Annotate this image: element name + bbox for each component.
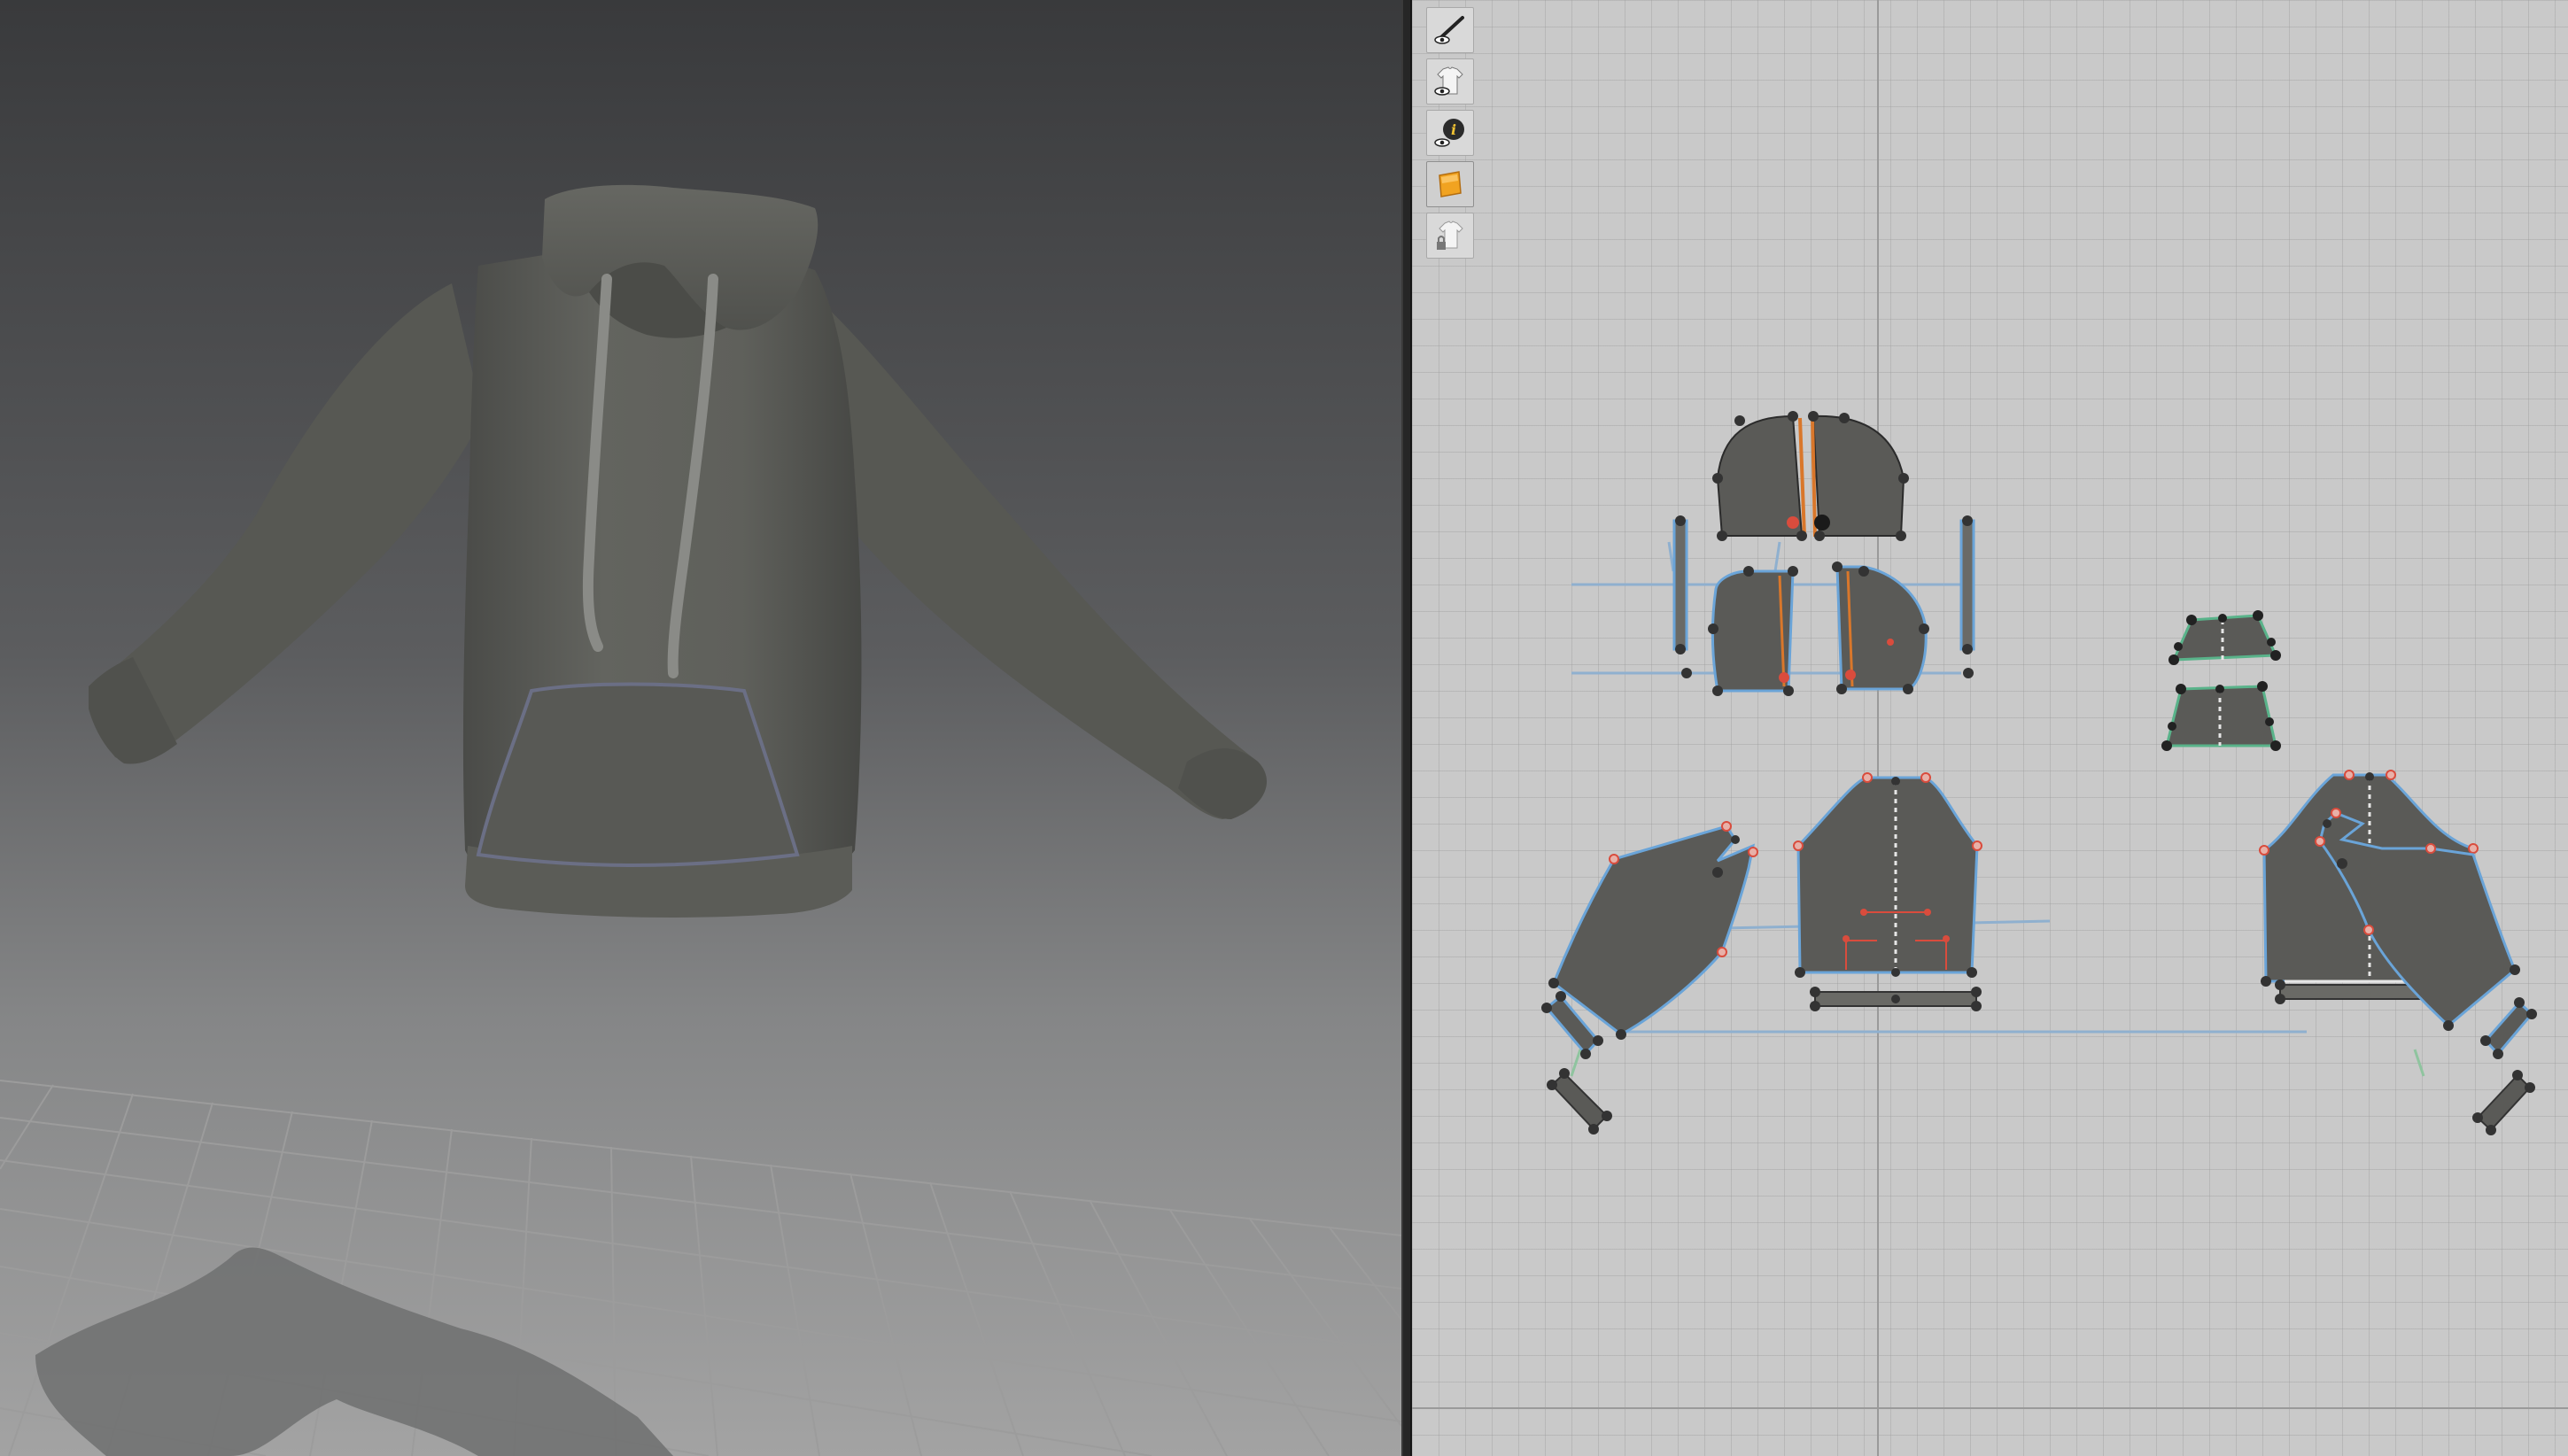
eye-info-button[interactable]: i xyxy=(1426,110,1474,156)
pattern-strip-left[interactable] xyxy=(1672,515,1692,678)
eye-brush-button[interactable] xyxy=(1426,7,1474,53)
eye-brush-icon xyxy=(1434,16,1464,44)
pattern-right-cuff[interactable] xyxy=(2480,997,2537,1059)
garment-shadow xyxy=(35,1247,673,1456)
right-cuff xyxy=(1178,748,1267,819)
pattern-front-hem[interactable] xyxy=(1810,987,1982,1011)
pattern-strip-right[interactable] xyxy=(1959,515,1975,678)
pattern-pocket-upper[interactable] xyxy=(2168,610,2281,665)
view-splitter[interactable] xyxy=(1401,0,1412,1456)
3d-viewport[interactable] xyxy=(0,0,1401,1456)
2d-pattern-viewport[interactable]: i xyxy=(1412,0,2568,1456)
3d-scene[interactable] xyxy=(0,0,1401,1456)
2d-view-toolbar: i xyxy=(1426,7,1476,259)
pattern-hood-side-left[interactable] xyxy=(1708,566,1798,696)
eye-info-icon: i xyxy=(1434,119,1464,147)
pattern-pocket-lower[interactable] xyxy=(2161,681,2281,751)
fabric-texture-button[interactable] xyxy=(1426,161,1474,207)
left-sleeve[interactable] xyxy=(94,283,483,763)
pattern-right-cuff-band[interactable] xyxy=(2472,1070,2535,1135)
eye-garment-icon xyxy=(1434,66,1463,96)
lock-garment-icon xyxy=(1437,221,1463,250)
fabric-texture-icon xyxy=(1439,171,1462,197)
hoodie-3d[interactable] xyxy=(89,184,1267,918)
pattern-hood-top[interactable] xyxy=(1712,411,1909,541)
lock-garment-button[interactable] xyxy=(1426,213,1474,259)
pattern-left-cuff-band[interactable] xyxy=(1547,1068,1612,1135)
pattern-hood-side-right[interactable] xyxy=(1832,561,1929,694)
svg-text:i: i xyxy=(1451,121,1456,138)
kangaroo-pocket[interactable] xyxy=(476,682,800,867)
eye-garment-button[interactable] xyxy=(1426,58,1474,105)
pattern-front-body[interactable] xyxy=(1793,772,1982,978)
pattern-canvas[interactable] xyxy=(1412,0,2568,1456)
pattern-left-sleeve[interactable] xyxy=(1548,821,1758,1040)
